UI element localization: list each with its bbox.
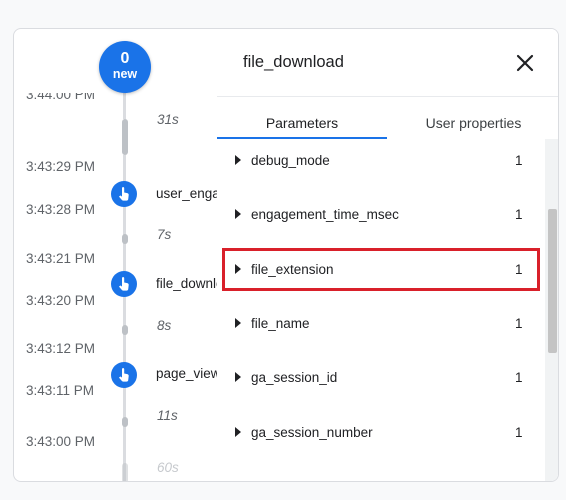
param-row-ga-session-id[interactable]: ga_session_id 1	[217, 363, 542, 393]
panel-title: file_download	[243, 53, 344, 71]
param-row-debug-mode[interactable]: debug_mode 1	[217, 146, 542, 176]
event-detail-panel: file_download Parameters User properties…	[217, 29, 558, 481]
param-row-file-extension[interactable]: file_extension 1	[217, 255, 542, 285]
param-name: engagement_time_msec	[251, 207, 399, 222]
event-file-download[interactable]: file_download	[156, 276, 217, 291]
param-value: 1	[515, 425, 523, 440]
timestamp: 3:43:28 PM	[26, 202, 96, 217]
active-tab-indicator	[217, 137, 387, 139]
timestamp: 3:43:12 PM	[26, 341, 96, 356]
param-value: 1	[515, 370, 523, 385]
timeline-segment	[122, 325, 128, 335]
scrollbar-thumb[interactable]	[548, 209, 557, 353]
tab-user-properties[interactable]: User properties	[387, 115, 558, 131]
event-page-view[interactable]: page_view	[156, 366, 217, 381]
expand-arrow-icon[interactable]	[235, 427, 241, 437]
new-count: 0	[120, 50, 130, 67]
new-events-badge[interactable]: 0 new	[99, 41, 151, 93]
time-gap: 60s	[157, 460, 179, 475]
param-value: 1	[515, 207, 523, 222]
timestamp: 3:43:29 PM	[26, 159, 96, 174]
tab-parameters[interactable]: Parameters	[217, 115, 387, 131]
timestamp: 3:43:11 PM	[26, 383, 95, 398]
timestamp: 3:43:21 PM	[26, 251, 96, 266]
touch-hand-icon[interactable]	[111, 181, 137, 207]
touch-hand-icon[interactable]	[111, 362, 137, 388]
param-name: file_name	[251, 316, 310, 331]
time-gap: 7s	[157, 227, 172, 242]
touch-hand-icon[interactable]	[111, 271, 137, 297]
timestamp: 3:44:00 PM	[26, 87, 96, 102]
param-row-ga-session-number[interactable]: ga_session_number 1	[217, 418, 542, 448]
param-value: 1	[515, 262, 523, 277]
param-row-engagement-time-msec[interactable]: engagement_time_msec 1	[217, 200, 542, 230]
param-value: 1	[515, 153, 523, 168]
event-user-engagement[interactable]: user_engagement	[156, 186, 217, 201]
timeline-segment	[122, 234, 128, 244]
new-label: new	[112, 67, 138, 81]
time-gap: 8s	[157, 318, 172, 333]
param-name: ga_session_id	[251, 370, 338, 385]
timestamp: 3:43:20 PM	[26, 293, 96, 308]
time-gap: 11s	[157, 408, 178, 423]
expand-arrow-icon[interactable]	[235, 209, 241, 219]
timeline-segment	[122, 463, 128, 481]
debugview-card: 0 new 3:44:00 PM 3:43:29 PM 3:43:28 PM 3…	[13, 28, 559, 482]
expand-arrow-icon[interactable]	[235, 155, 241, 165]
time-gap: 31s	[157, 112, 179, 127]
expand-arrow-icon[interactable]	[235, 264, 241, 274]
param-name: file_extension	[251, 262, 334, 277]
close-icon[interactable]	[513, 51, 537, 75]
timestamp: 3:43:00 PM	[26, 434, 96, 449]
param-row-file-name[interactable]: file_name 1	[217, 309, 542, 339]
event-timeline: 0 new 3:44:00 PM 3:43:29 PM 3:43:28 PM 3…	[14, 29, 217, 481]
expand-arrow-icon[interactable]	[235, 318, 241, 328]
divider	[217, 96, 558, 97]
timeline-segment	[122, 119, 128, 155]
expand-arrow-icon[interactable]	[235, 372, 241, 382]
timeline-segment	[122, 417, 128, 427]
param-name: ga_session_number	[251, 425, 373, 440]
param-name: debug_mode	[251, 153, 330, 168]
param-value: 1	[515, 316, 523, 331]
timeline-segment	[123, 93, 126, 119]
